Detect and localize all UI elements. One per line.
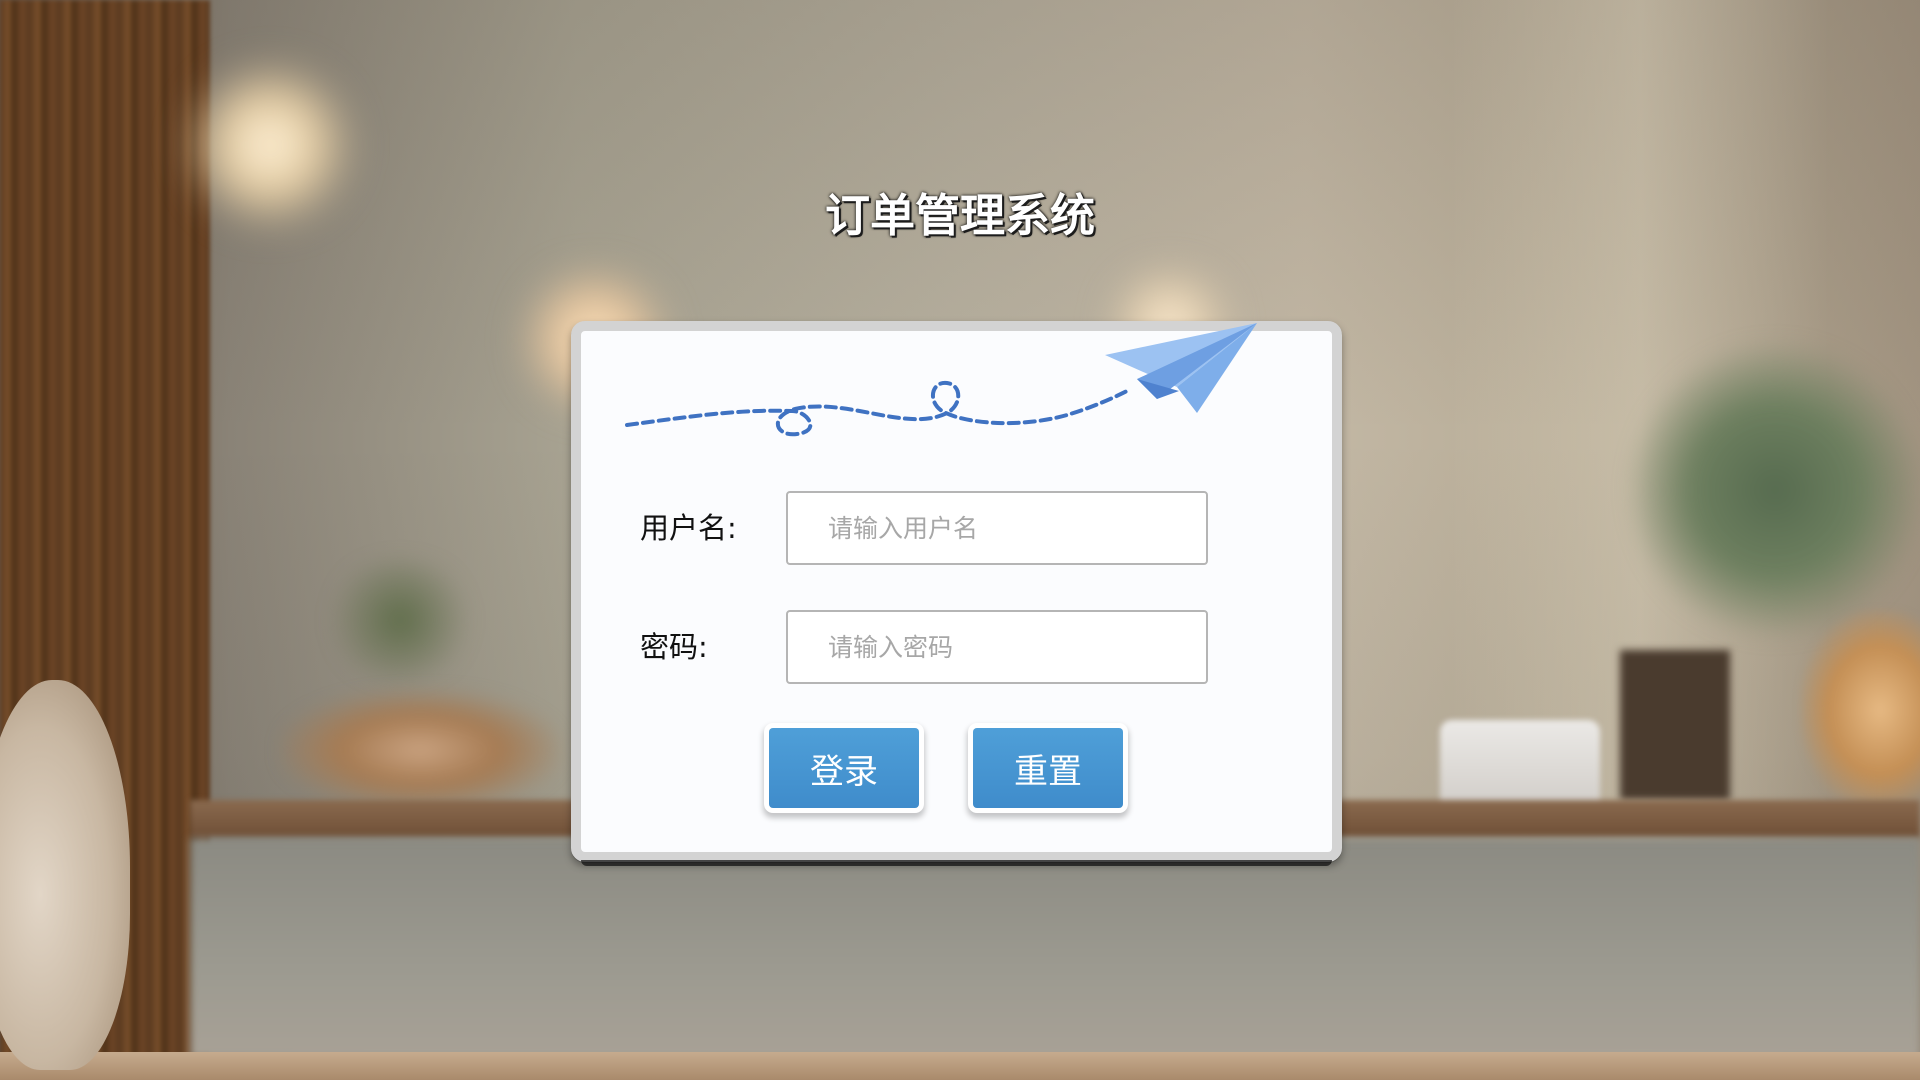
paper-plane-icon	[625, 323, 1257, 437]
background-lower-wall	[190, 838, 1920, 1058]
login-card: 用户名: 密码: 登录 重置	[571, 321, 1342, 866]
password-input[interactable]	[786, 610, 1208, 684]
background-wood-panel	[0, 0, 210, 1080]
dashed-loop-trail	[625, 380, 1129, 437]
page-title: 订单管理系统	[824, 189, 1095, 242]
password-row: 密码:	[640, 610, 1260, 684]
password-label: 密码:	[640, 630, 708, 664]
login-page: 订单管理系统 用户名: 密码: 登录 重置	[0, 0, 1920, 1080]
background-vase	[1800, 610, 1920, 810]
background-light	[1450, 0, 1830, 1080]
background-camera	[1440, 720, 1600, 815]
card-shadow	[581, 860, 1332, 866]
background-plant	[320, 560, 480, 680]
username-input[interactable]	[786, 491, 1208, 565]
background-plant	[1630, 340, 1920, 640]
background-box	[1620, 650, 1730, 800]
username-row: 用户名:	[640, 491, 1260, 565]
background-pots	[280, 690, 560, 810]
reset-button[interactable]: 重置	[973, 728, 1123, 808]
background-vase	[0, 680, 130, 1070]
username-label: 用户名:	[640, 511, 737, 545]
background-lamp-glow	[180, 60, 360, 230]
background-table	[0, 1052, 1920, 1080]
login-button[interactable]: 登录	[769, 728, 919, 808]
